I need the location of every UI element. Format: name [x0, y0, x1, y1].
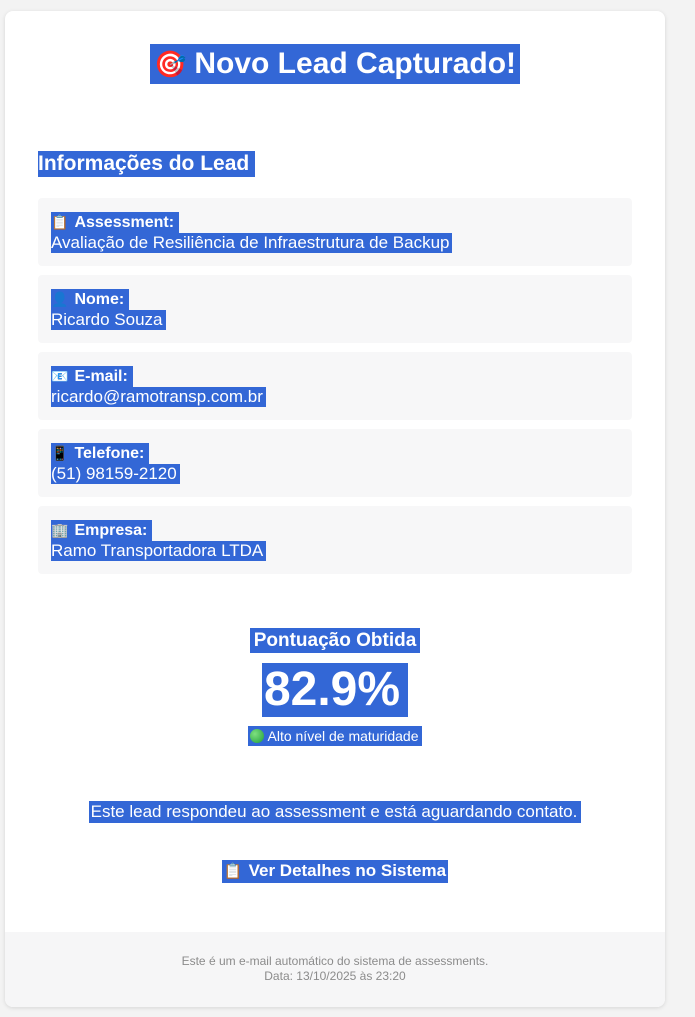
section-title: Informações do Lead	[38, 151, 256, 177]
maturity-badge: Alto nível de maturidade	[247, 726, 423, 746]
info-item-assessment: 📋 Assessment: Avaliação de Resiliência de…	[38, 198, 632, 266]
info-label-text: Nome:	[74, 291, 125, 308]
email-footer: Este é um e-mail automático do sistema d…	[5, 932, 665, 1007]
info-item-empresa: 🏢 Empresa: Ramo Transportadora LTDA	[38, 506, 632, 574]
status-message: Este lead respondeu ao assessment e está…	[5, 801, 665, 823]
page-title: 🎯 Novo Lead Capturado!	[149, 44, 521, 84]
page-title-text: Novo Lead Capturado!	[194, 47, 517, 80]
score-value: 82.9%	[261, 663, 409, 717]
view-details-button[interactable]: 📋 Ver Detalhes no Sistema	[221, 860, 449, 883]
person-icon: 👤	[51, 291, 69, 307]
info-label-text: E-mail:	[74, 368, 128, 385]
info-item-email: 📧 E-mail: ricardo@ramotransp.com.br	[38, 352, 632, 420]
info-label-assessment: 📋 Assessment:	[51, 212, 180, 233]
view-details-label: Ver Detalhes no Sistema	[248, 861, 447, 880]
info-item-telefone: 📱 Telefone: (51) 98159-2120	[38, 429, 632, 497]
target-icon: 🎯	[153, 49, 187, 79]
info-value-assessment: Avaliação de Resiliência de Infraestrutu…	[51, 233, 453, 253]
info-label-empresa: 🏢 Empresa:	[51, 520, 153, 541]
maturity-badge-text: Alto nível de maturidade	[267, 728, 419, 744]
building-icon: 🏢	[51, 522, 69, 538]
info-value-email[interactable]: ricardo@ramotransp.com.br	[51, 387, 266, 407]
lead-info-list: 📋 Assessment: Avaliação de Resiliência de…	[38, 198, 632, 583]
email-card: 🎯 Novo Lead Capturado! Informações do Lea…	[5, 11, 665, 1007]
info-label-text: Empresa:	[74, 522, 148, 539]
phone-icon: 📱	[51, 445, 69, 461]
info-item-nome: 👤 Nome: Ricardo Souza	[38, 275, 632, 343]
green-circle-icon	[249, 729, 264, 743]
email-header: 🎯 Novo Lead Capturado!	[5, 44, 665, 84]
status-message-text: Este lead respondeu ao assessment e está…	[88, 801, 582, 823]
score-label: Pontuação Obtida	[249, 628, 421, 653]
info-label-email: 📧 E-mail:	[51, 366, 133, 387]
info-value-empresa: Ramo Transportadora LTDA	[51, 541, 267, 561]
info-value-telefone: (51) 98159-2120	[51, 464, 180, 484]
clipboard-icon: 📋	[51, 214, 69, 230]
cta-container: 📋 Ver Detalhes no Sistema	[5, 860, 665, 883]
footer-note: Este é um e-mail automático do sistema d…	[181, 954, 489, 968]
clipboard-icon: 📋	[223, 863, 243, 880]
footer-date: Data: 13/10/2025 às 23:20	[264, 969, 406, 983]
score-section: Pontuação Obtida 82.9% Alto nível de mat…	[5, 628, 665, 746]
info-label-telefone: 📱 Telefone:	[51, 443, 150, 464]
info-label-text: Assessment:	[74, 214, 175, 231]
info-label-nome: 👤 Nome:	[51, 289, 130, 310]
info-label-text: Telefone:	[74, 445, 145, 462]
email-icon: 📧	[51, 368, 69, 384]
info-value-nome: Ricardo Souza	[51, 310, 166, 330]
